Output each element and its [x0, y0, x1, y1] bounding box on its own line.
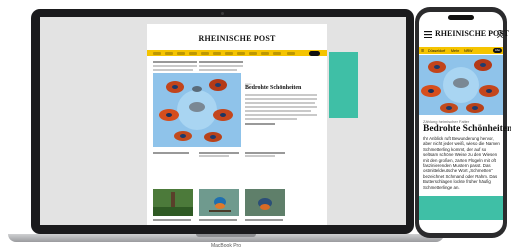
phone-ad-banner[interactable]	[419, 196, 503, 220]
laptop-screen: RHEINISCHE POST ▪▪▪▪▪▪ Bedrohte Schönhei…	[40, 17, 406, 225]
text-line	[199, 155, 229, 157]
butterfly-image-mobile[interactable]	[419, 55, 503, 115]
teaser-title[interactable]	[199, 219, 237, 221]
dynamic-island	[448, 15, 474, 20]
teaser-kicker	[153, 61, 197, 63]
teaser-title[interactable]	[153, 219, 191, 221]
text-line	[245, 98, 317, 100]
text-line	[153, 65, 197, 67]
nav-item[interactable]	[213, 51, 221, 55]
nav-item-mehr[interactable]: Mehr	[451, 49, 459, 53]
nav-item[interactable]	[165, 51, 173, 55]
nav-item[interactable]	[287, 51, 295, 55]
ad-banner[interactable]	[329, 52, 358, 118]
laptop-brand-label: MacBook Pro	[210, 243, 241, 249]
text-line	[245, 110, 311, 112]
abo-button[interactable]: Abo	[493, 48, 502, 53]
text-line	[245, 123, 275, 125]
text-line	[199, 69, 237, 71]
nav-item[interactable]	[249, 51, 257, 55]
text-line	[245, 118, 297, 120]
teaser-title[interactable]	[199, 152, 239, 154]
nav-item-nrw[interactable]: NRW	[464, 49, 473, 53]
nav-item[interactable]	[261, 51, 269, 55]
text-line	[245, 114, 317, 116]
article-body: Ihr Anblick ruft Bewunderung hervor, abe…	[423, 136, 500, 190]
text-line	[199, 65, 243, 67]
nav-item[interactable]	[201, 51, 209, 55]
nav-item[interactable]	[153, 51, 161, 55]
masthead[interactable]: RHEINISCHE POST	[147, 34, 327, 43]
nav-item[interactable]	[177, 51, 185, 55]
nav-item-duesseldorf[interactable]: Düsseldorf	[428, 49, 445, 53]
article-headline[interactable]: Bedrohte Schönheiten	[423, 124, 511, 134]
nav-item[interactable]	[273, 51, 281, 55]
nav-item[interactable]	[237, 51, 245, 55]
user-icon[interactable]	[497, 30, 503, 38]
nav-item[interactable]	[225, 51, 233, 55]
hamburger-icon[interactable]	[424, 31, 432, 38]
kingfisher-image[interactable]	[199, 189, 239, 216]
teaser-title[interactable]	[245, 152, 285, 154]
website-page: RHEINISCHE POST ▪▪▪▪▪▪ Bedrohte Schönhei…	[147, 24, 327, 225]
text-line	[245, 102, 315, 104]
nav-item[interactable]	[189, 51, 197, 55]
butterfly-image[interactable]	[153, 73, 241, 147]
nav-icon[interactable]: ☰	[421, 49, 424, 53]
text-line	[245, 94, 317, 96]
featured-headline[interactable]: Bedrohte Schönheiten	[245, 85, 301, 91]
teaser-kicker	[199, 61, 243, 63]
laptop-notch	[196, 234, 256, 237]
teaser-title[interactable]	[245, 219, 283, 221]
butterfly	[166, 81, 184, 93]
tree-image[interactable]	[153, 189, 193, 216]
text-line	[245, 155, 275, 157]
text-line	[245, 106, 317, 108]
bird-image[interactable]	[245, 189, 285, 216]
subscribe-button[interactable]	[309, 50, 320, 56]
camera-icon	[221, 12, 224, 15]
text-line	[153, 69, 193, 71]
teaser-title[interactable]	[153, 152, 189, 154]
